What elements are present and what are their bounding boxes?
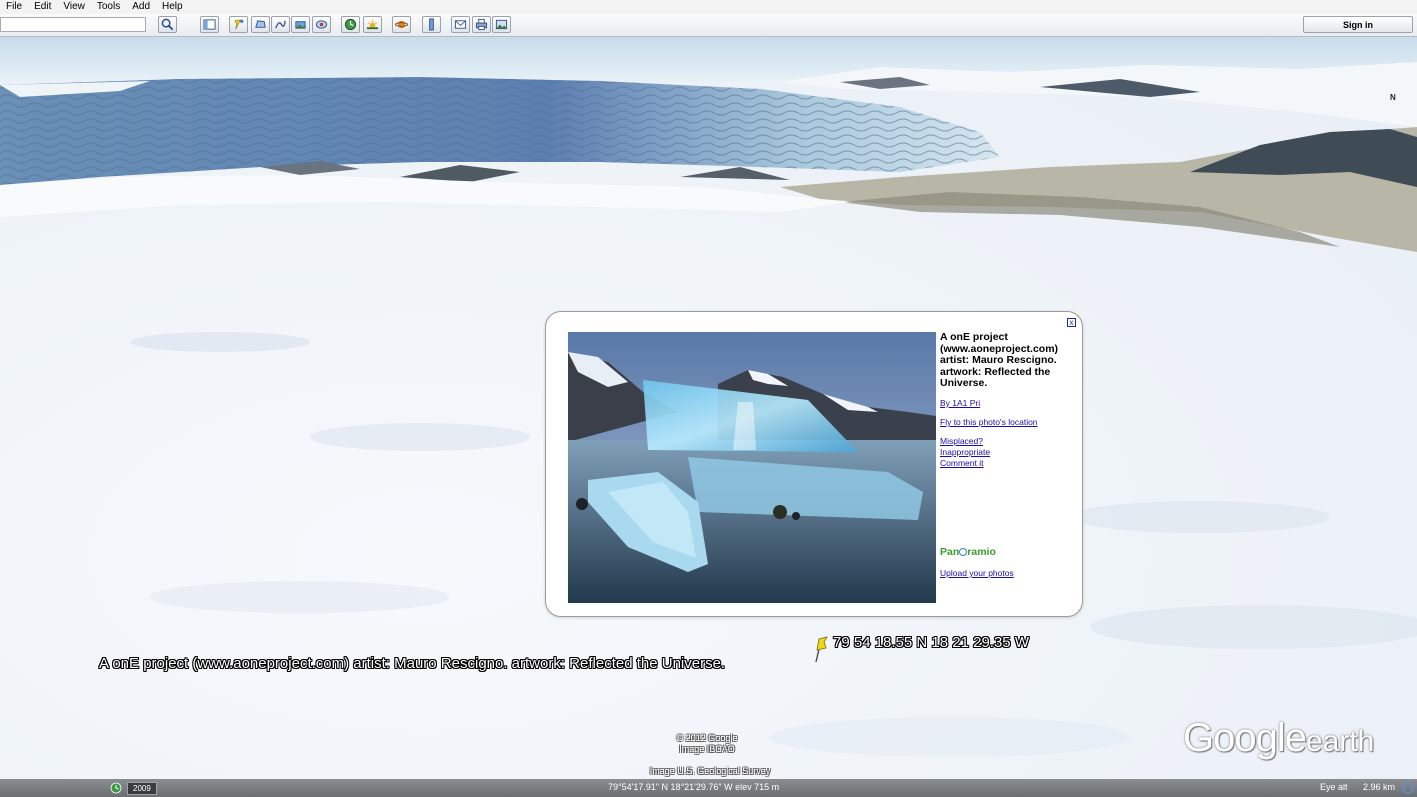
planets-button[interactable] — [392, 16, 411, 33]
eye-alt-value: 2.96 km — [1363, 782, 1396, 792]
add-path-button[interactable] — [271, 16, 290, 33]
panoramio-photo[interactable] — [568, 332, 936, 603]
panoramio-logo-text-b: ramio — [967, 546, 996, 558]
historical-imagery-clock-icon[interactable] — [110, 782, 122, 794]
photo-info-balloon: x A onE project (www.aoneproject.com) ar… — [545, 311, 1083, 617]
misplaced-link[interactable]: Misplaced? — [940, 436, 1070, 447]
pointer-coordinates: 79°54'17.91" N 18°21'29.76" W elev 715 m — [608, 782, 780, 792]
logo-earth-text: earth — [1305, 725, 1375, 758]
ruler-icon — [429, 18, 434, 31]
streaming-globe-icon — [1402, 782, 1414, 794]
photo-info-panel: A onE project (www.aoneproject.com) arti… — [940, 331, 1070, 469]
eye-alt-label: Eye alt — [1320, 782, 1348, 792]
historical-imagery-button[interactable] — [341, 16, 360, 33]
fly-to-location-link[interactable]: Fly to this photo's location — [940, 417, 1070, 428]
ruler-button[interactable] — [422, 16, 441, 33]
copyright-usgs: Image U.S. Geological Survey — [649, 766, 771, 776]
inappropriate-link[interactable]: Inappropriate — [940, 447, 1070, 458]
imagery-year-badge[interactable]: 2009 — [127, 782, 157, 795]
sunlight-button[interactable] — [363, 16, 382, 33]
email-icon — [454, 20, 467, 29]
sign-in-button[interactable]: Sign in — [1303, 16, 1413, 33]
placemark-icon — [234, 19, 244, 30]
save-image-button[interactable] — [492, 16, 511, 33]
search-button[interactable] — [158, 16, 177, 33]
sunlight-icon — [366, 19, 379, 30]
planets-icon — [395, 20, 408, 29]
add-placemark-button[interactable] — [229, 16, 248, 33]
search-icon — [161, 18, 174, 31]
compass-north-marker[interactable]: N — [1390, 93, 1396, 102]
menu-add[interactable]: Add — [126, 0, 156, 14]
menu-edit[interactable]: Edit — [28, 0, 57, 14]
close-icon[interactable]: x — [1067, 318, 1076, 327]
print-button[interactable] — [472, 16, 491, 33]
pushpin-icon[interactable] — [810, 636, 830, 664]
path-icon — [275, 20, 286, 29]
copyright-ibcao: Image IBCAO — [679, 744, 735, 754]
panoramio-logo-text-a: Pan — [940, 546, 960, 558]
copyright-google: © 2012 Google — [676, 733, 738, 743]
save-image-icon — [495, 19, 508, 30]
menu-view[interactable]: View — [57, 0, 91, 14]
historical-imagery-icon — [344, 18, 357, 31]
panoramio-logo[interactable]: Pan ramio — [940, 546, 996, 558]
add-polygon-button[interactable] — [251, 16, 270, 33]
sidebar-icon — [203, 19, 216, 30]
toolbar: Sign in — [0, 14, 1417, 37]
placemark-coordinates-label[interactable]: 79 54 18.55 N 18 21 29.35 W — [833, 634, 1029, 651]
menu-file[interactable]: File — [0, 0, 28, 14]
comment-link[interactable]: Comment it — [940, 458, 1070, 469]
logo-google-text: Google — [1183, 716, 1307, 760]
add-image-overlay-button[interactable] — [291, 16, 310, 33]
menu-tools[interactable]: Tools — [91, 0, 126, 14]
upload-photos-link[interactable]: Upload your photos — [940, 568, 1014, 578]
polygon-icon — [255, 20, 266, 28]
print-icon — [475, 18, 488, 31]
menu-bar: File Edit View Tools Add Help — [0, 0, 1417, 14]
placemark-caption-label[interactable]: A onE project (www.aoneproject.com) arti… — [99, 655, 725, 672]
record-tour-button[interactable] — [312, 16, 331, 33]
sidebar-toggle-button[interactable] — [200, 16, 219, 33]
google-earth-logo: Googleearth — [1183, 716, 1374, 761]
author-link[interactable]: By 1A1 Pri — [940, 398, 1070, 409]
record-tour-icon — [315, 20, 328, 29]
image-overlay-icon — [295, 21, 306, 29]
ice-sculpture-image — [568, 332, 936, 603]
menu-help[interactable]: Help — [156, 0, 189, 14]
search-input[interactable] — [0, 17, 146, 32]
email-button[interactable] — [451, 16, 470, 33]
status-bar: 2009 79°54'17.91" N 18°21'29.76" W elev … — [0, 779, 1417, 797]
photo-title: A onE project (www.aoneproject.com) arti… — [940, 331, 1059, 390]
